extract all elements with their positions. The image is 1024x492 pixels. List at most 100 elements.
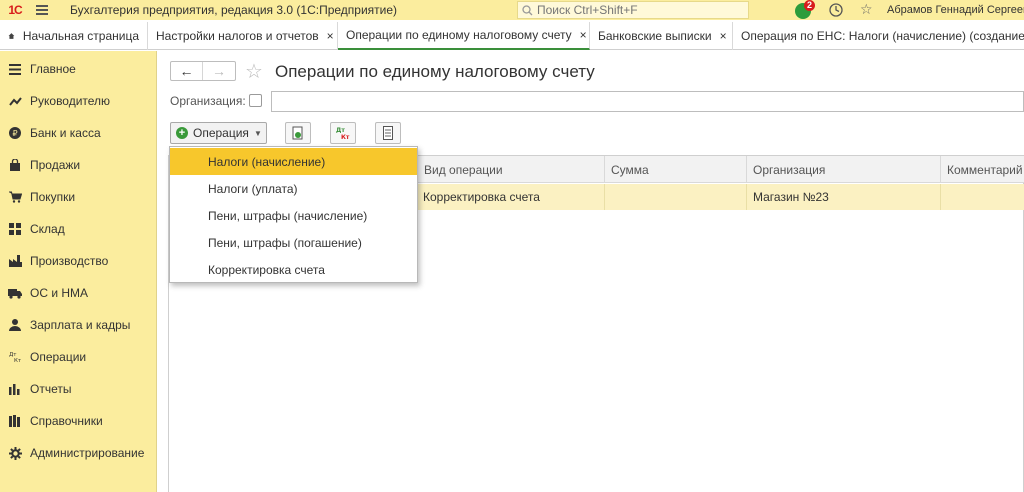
sidebar-item-production[interactable]: Производство: [0, 245, 157, 277]
sidebar-item-label: Отчеты: [30, 382, 72, 396]
menu-item-penalties-accrual[interactable]: Пени, штрафы (начисление): [170, 202, 417, 229]
list-settings-button[interactable]: [375, 122, 401, 144]
sidebar-item-label: Продажи: [30, 158, 81, 172]
sidebar-item-fixed-assets[interactable]: ОС и НМА: [0, 277, 157, 309]
add-to-favorites-star-icon[interactable]: ☆: [245, 59, 263, 84]
tab-label: Операция по ЕНС: Налоги (начисление) (со…: [741, 29, 1024, 43]
operation-button-label: Операция: [193, 126, 249, 140]
sidebar-item-sales[interactable]: Продажи: [0, 149, 157, 181]
sidebar-item-purchases[interactable]: Покупки: [0, 181, 157, 213]
bar-chart-icon: [0, 383, 30, 395]
menu-item-taxes-accrual[interactable]: Налоги (начисление): [170, 148, 417, 175]
sections-panel: Главное Руководителю ₽ Банк и касса Прод…: [0, 51, 157, 492]
books-icon: [0, 415, 30, 427]
menu-item-taxes-payment[interactable]: Налоги (уплата): [170, 175, 417, 202]
svg-text:Кт: Кт: [14, 358, 22, 363]
history-icon[interactable]: [828, 2, 844, 18]
sidebar-item-operations[interactable]: Дт Кт Операции: [0, 341, 157, 373]
sidebar-item-administration[interactable]: Администрирование: [0, 437, 157, 469]
global-search[interactable]: [517, 1, 749, 19]
back-arrow-icon[interactable]: ←: [171, 62, 204, 80]
sidebar-item-salary-hr[interactable]: Зарплата и кадры: [0, 309, 157, 341]
operation-type-dropdown: Налоги (начисление) Налоги (уплата) Пени…: [169, 146, 418, 283]
bag-icon: [0, 159, 30, 171]
dt-kt-icon: ДтКт: [336, 127, 350, 140]
factory-icon: [0, 255, 30, 267]
sidebar-item-bank-cash[interactable]: ₽ Банк и касса: [0, 117, 157, 149]
main-menu-icon[interactable]: [30, 0, 54, 20]
sidebar-item-label: Справочники: [30, 414, 103, 428]
sidebar-item-label: Главное: [30, 62, 76, 76]
menu-lines-icon: [0, 63, 30, 75]
svg-text:Кт: Кт: [341, 134, 350, 140]
sidebar-item-label: Администрирование: [30, 446, 145, 460]
gear-icon: [0, 446, 30, 460]
sidebar-item-label: Покупки: [30, 190, 76, 204]
search-input[interactable]: [537, 3, 737, 17]
cell-operation-type: Корректировка счета: [423, 190, 540, 204]
truck-icon: [0, 288, 30, 299]
cart-icon: [0, 191, 30, 203]
user-name[interactable]: Абрамов Геннадий Сергеевич: [887, 4, 1024, 16]
notification-badge: 2: [804, 0, 815, 11]
dt-kt-icon: ДтКт: [0, 351, 30, 363]
sidebar-item-label: ОС и НМА: [30, 286, 89, 300]
notifications-button[interactable]: 2: [795, 0, 815, 19]
page-title: Операции по единому налоговому счету: [275, 62, 595, 81]
close-icon[interactable]: ×: [720, 29, 727, 43]
column-header-amount[interactable]: Сумма: [604, 156, 746, 183]
chevron-down-icon: ▼: [253, 128, 262, 138]
list-document-icon: [383, 126, 393, 140]
sidebar-item-label: Банк и касса: [30, 126, 101, 140]
cell-amount: [604, 184, 746, 210]
tab-bank-statements[interactable]: Банковские выписки ×: [590, 22, 733, 50]
organization-field[interactable]: [271, 91, 1024, 112]
tab-tax-settings[interactable]: Настройки налогов и отчетов ×: [148, 22, 338, 50]
dt-kt-postings-button[interactable]: Дт Кт: [330, 122, 356, 144]
1c-logo: 1С: [8, 3, 22, 17]
column-header-organization[interactable]: Организация: [746, 156, 940, 183]
cell-comment: [940, 184, 1024, 210]
tab-label: Операции по единому налоговому счету: [346, 28, 572, 42]
navigation-arrows: ← →: [170, 61, 236, 81]
home-icon: [8, 33, 15, 39]
sidebar-item-directories[interactable]: Справочники: [0, 405, 157, 437]
close-icon[interactable]: ×: [327, 29, 334, 43]
menu-item-account-adjustment[interactable]: Корректировка счета: [170, 256, 417, 283]
tab-label: Настройки налогов и отчетов: [156, 29, 319, 43]
tab-home[interactable]: Начальная страница: [0, 22, 148, 50]
sidebar-item-main[interactable]: Главное: [0, 53, 157, 85]
sidebar-item-label: Склад: [30, 222, 65, 236]
operation-create-button[interactable]: + Операция ▼: [170, 122, 267, 144]
close-icon[interactable]: ×: [580, 28, 587, 42]
column-header-comment[interactable]: Комментарий: [940, 156, 1024, 183]
tab-ens-tax-accrual-create[interactable]: Операция по ЕНС: Налоги (начисление) (со…: [733, 22, 1024, 50]
trend-icon: [0, 96, 30, 106]
organization-label: Организация:: [170, 94, 246, 108]
title-bar: 1С Бухгалтерия предприятия, редакция 3.0…: [0, 0, 1024, 20]
sidebar-item-label: Зарплата и кадры: [30, 318, 131, 332]
copy-document-icon: [292, 126, 303, 140]
search-icon: [522, 4, 533, 15]
tab-label: Банковские выписки: [598, 29, 712, 43]
copy-button[interactable]: [285, 122, 311, 144]
column-header-operation-type[interactable]: Вид операции: [417, 156, 604, 183]
cell-organization: Магазин №23: [746, 184, 940, 210]
sidebar-item-manager[interactable]: Руководителю: [0, 85, 157, 117]
favorites-star-icon[interactable]: ☆: [860, 1, 873, 18]
sidebar-item-warehouse[interactable]: Склад: [0, 213, 157, 245]
person-icon: [0, 319, 30, 331]
sidebar-item-label: Производство: [30, 254, 109, 268]
open-windows-tabs: Начальная страница Настройки налогов и о…: [0, 22, 1024, 50]
tab-ens-operations[interactable]: Операции по единому налоговому счету ×: [338, 22, 590, 50]
tab-label: Начальная страница: [22, 29, 139, 43]
menu-item-penalties-repayment[interactable]: Пени, штрафы (погашение): [170, 229, 417, 256]
warehouse-icon: [0, 223, 30, 235]
forward-arrow-icon[interactable]: →: [203, 62, 235, 80]
organization-filter-checkbox[interactable]: [249, 94, 262, 107]
sidebar-item-reports[interactable]: Отчеты: [0, 373, 157, 405]
sidebar-item-label: Операции: [30, 350, 87, 364]
sidebar-item-label: Руководителю: [30, 94, 111, 108]
coin-icon: ₽: [0, 127, 30, 139]
svg-text:₽: ₽: [12, 129, 17, 138]
